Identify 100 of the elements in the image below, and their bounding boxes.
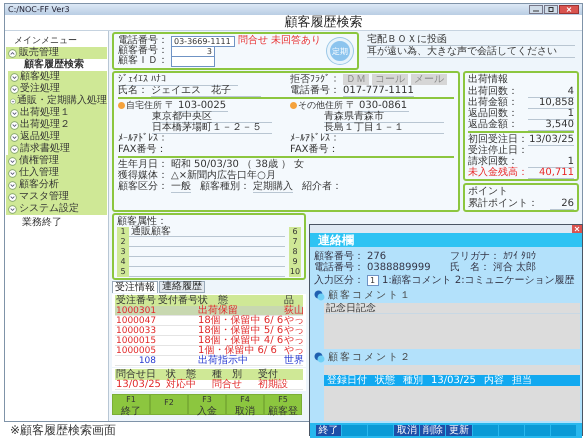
field-label: 顧客ＩＤ： — [118, 55, 168, 67]
order-row[interactable]: 1000015 18個・保留中 4/ 6やっ — [115, 336, 303, 346]
menu-item[interactable]: 出荷処理１ — [8, 107, 107, 119]
field-label: 顧客番号： — [314, 251, 364, 262]
menu-group[interactable]: 仕入管理 — [6, 167, 107, 179]
column-header: 受注番号 — [115, 296, 157, 306]
field-label: 紹介者： — [302, 180, 342, 192]
field-value: 一般 — [171, 180, 191, 192]
address-line: 日本橋茅場町１－２－５ — [152, 122, 272, 134]
field-label: ﾒｰﾙｱﾄﾞﾚｽ： — [118, 132, 168, 144]
section-title: 顧客コメント１ — [328, 290, 412, 302]
band-text: 状態 — [375, 375, 395, 386]
row-number: 6 — [289, 227, 301, 237]
menu-item[interactable]: 出荷処理２ — [8, 119, 107, 131]
input-field[interactable]: 3 — [171, 46, 215, 56]
address-line: 東京都中央区 — [152, 110, 272, 122]
menu-group[interactable]: 顧客分析 — [6, 179, 107, 191]
stat-label: 受注停止日： — [468, 145, 528, 156]
stat-label: 請求回数： — [468, 156, 518, 167]
stat-label: 初回受注日： — [468, 134, 528, 145]
kana-name: ｼﾞｪｲｴｽ ﾊﾅｺ — [118, 74, 238, 86]
field-label: 電話番号： — [118, 35, 168, 46]
column-header: 品 — [283, 296, 294, 306]
menu-item[interactable]: 受注処理 — [8, 83, 107, 95]
function-key[interactable]: F1 終了 — [112, 394, 150, 415]
stat-value: 4 — [528, 86, 574, 98]
address-line: 長島１丁目１－１ — [324, 122, 444, 134]
band-text: 担当 — [512, 375, 532, 386]
attribute-value: 通販顧客 — [129, 227, 285, 237]
tab[interactable]: 連絡履歴 — [159, 281, 205, 293]
stat-value: 1 — [528, 156, 574, 168]
row-number: 10 — [289, 267, 301, 277]
note-text: 宅配ＢＯＸに投函 — [367, 34, 575, 46]
dialog-button[interactable]: 終了 — [316, 425, 342, 436]
zip-mark: 〒 — [165, 100, 175, 110]
inquiry-row[interactable]: 13/03/25 対応中 問合せ 初期設 — [115, 380, 303, 390]
function-key[interactable]: F2 — [150, 394, 188, 415]
menu-item[interactable]: 顧客処理 — [8, 71, 107, 83]
field-label: フリガナ： — [450, 251, 500, 262]
field-label: 氏名： — [118, 84, 148, 96]
tab[interactable]: 受注情報 — [112, 281, 158, 293]
zip-value: 103-0025 — [178, 100, 228, 112]
page-title: 顧客履歴検索 — [284, 15, 362, 30]
panel-title: ポイント — [468, 186, 509, 198]
stat-value: 1 — [528, 108, 574, 120]
field-label: 入力区分： — [314, 275, 364, 286]
column-header: 状 態 — [165, 370, 197, 380]
column-header: 種 別 — [211, 370, 243, 380]
hint-text: 1:顧客コメント 2:コミュニケーション履歴 — [382, 275, 575, 286]
order-row[interactable]: 1000005 1個・保留中 6/ 6 やっ — [115, 346, 303, 356]
caption: ※顧客履歴検索画面 — [10, 423, 116, 438]
menu-group[interactable]: システム設定 — [6, 203, 107, 215]
band-text: 13/03/25 — [431, 375, 476, 386]
stat-label: 返品金額： — [468, 119, 518, 130]
row-number: 8 — [289, 247, 301, 257]
dialog-button[interactable]: 更新 — [446, 425, 472, 436]
function-key[interactable]: F4 取消 — [226, 394, 264, 415]
row-number: 1 — [117, 227, 129, 237]
menu-group[interactable]: 販売管理 — [6, 47, 107, 59]
stat-label: 累計ポイント： — [468, 198, 538, 209]
band-text: 登録日付 — [327, 375, 367, 386]
field-value: ｶﾜｲ ﾀﾛｳ — [503, 251, 536, 262]
panel-title: 出荷情報 — [468, 74, 509, 86]
order-row[interactable]: 1000047 18個・保留中 6/ 6やっ — [115, 316, 303, 326]
input-field[interactable]: 1 — [367, 275, 379, 286]
alert-text: 未回答あり — [271, 35, 321, 47]
band-text: 内容 — [484, 375, 504, 386]
function-key[interactable]: F3 入金 — [188, 394, 226, 415]
stat-value: 13/03/25 — [528, 134, 574, 146]
row-number: 5 — [117, 267, 129, 277]
field-value: 河合 太郎 — [493, 262, 536, 273]
order-row[interactable]: 1000033 18個・保留中 5/ 6やっ — [115, 326, 303, 336]
menu-group[interactable]: 債権管理 — [6, 155, 107, 167]
stat-label: 未入金残高： — [468, 167, 528, 178]
address-label: 自宅住所 — [118, 100, 162, 112]
order-row[interactable]: 108 出荷指示中 世界 — [115, 356, 303, 366]
row-number: 7 — [289, 237, 301, 247]
input-field[interactable]: 03-3669-1111 — [171, 36, 235, 46]
field-value: 0388889999 — [367, 262, 431, 273]
row-number: 2 — [117, 237, 129, 247]
menu-item[interactable]: 業務終了 — [6, 217, 107, 229]
dialog-button[interactable]: 削除 — [420, 425, 446, 436]
column-header: 受付 — [257, 370, 278, 380]
stat-value: 10,858 — [528, 96, 574, 108]
field-label: 生年月日： — [118, 158, 168, 170]
stat-value: 26 — [550, 198, 574, 210]
address-label: その他住所 — [290, 100, 343, 112]
dialog-title: 連絡欄 — [318, 233, 354, 247]
dialog-button[interactable]: 取消 — [394, 425, 420, 436]
comment-box[interactable]: 記念日記念 — [324, 303, 580, 349]
field-value: 定期購入 — [253, 180, 293, 192]
menu-item[interactable]: 通販・定期購入処理 — [8, 95, 107, 107]
menu-item[interactable]: 請求書処理 — [8, 143, 107, 155]
function-key[interactable]: F5 顧客登 — [264, 394, 302, 415]
field-label: FAX番号： — [290, 144, 339, 156]
field-label: FAX番号： — [118, 144, 167, 156]
field-label: 電話番号： — [314, 262, 364, 273]
menu-item[interactable]: 返品処理 — [8, 131, 107, 143]
menu-group[interactable]: マスタ管理 — [6, 191, 107, 203]
address-line: 青森県青森市 — [324, 110, 444, 122]
